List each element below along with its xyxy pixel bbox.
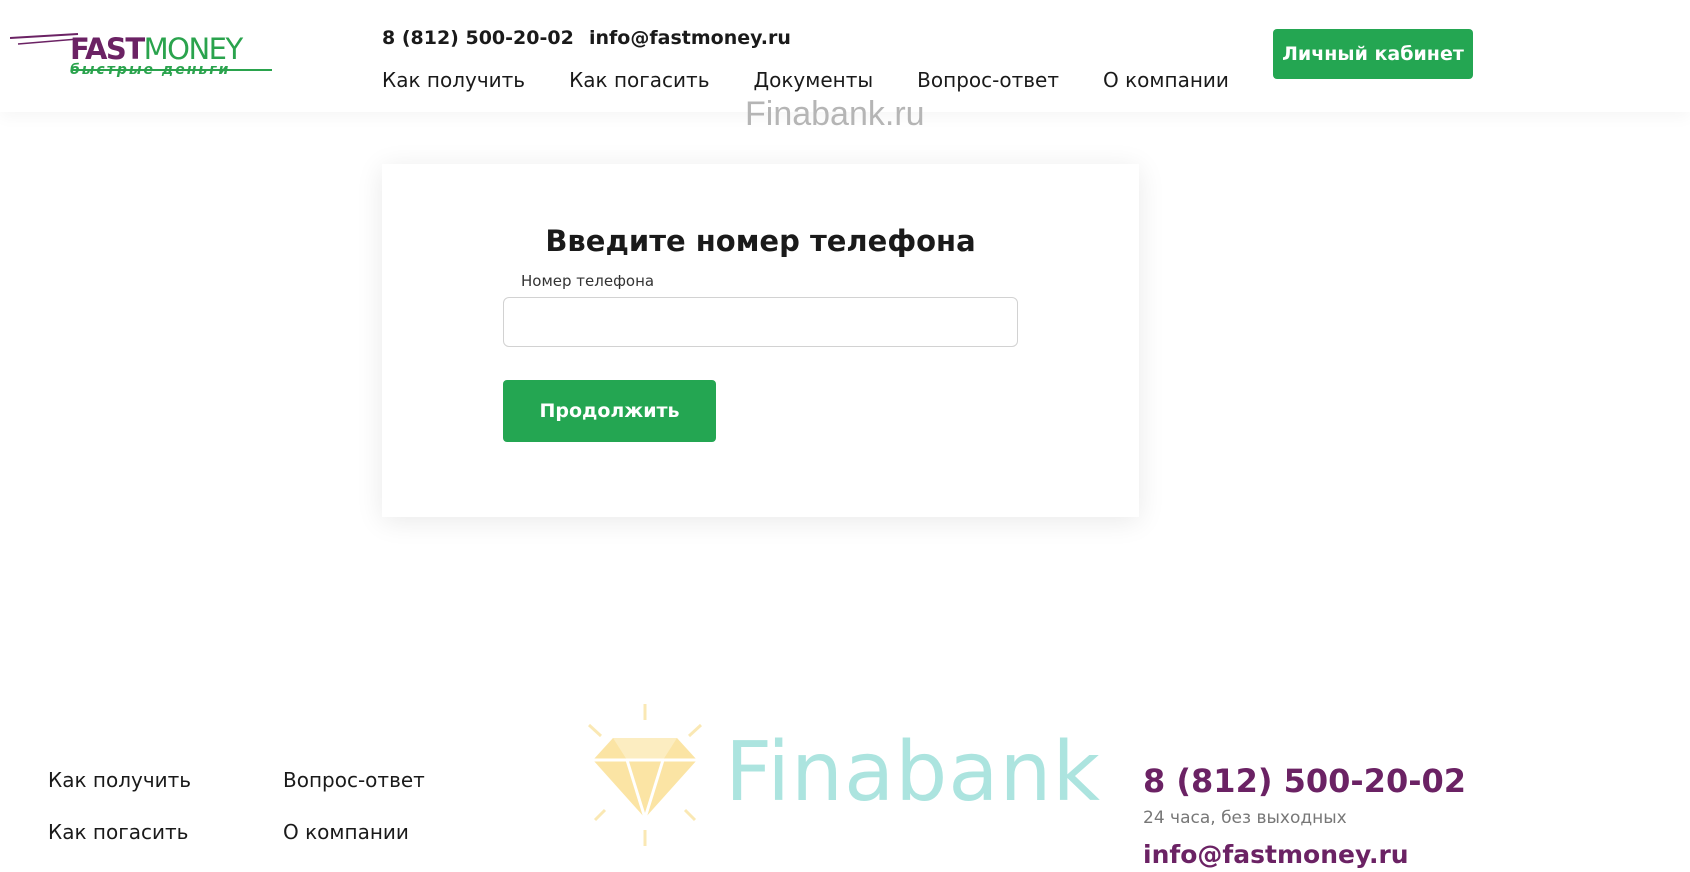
nav-item-about[interactable]: О компании xyxy=(1103,68,1229,92)
continue-button[interactable]: Продолжить xyxy=(503,380,716,442)
footer-email[interactable]: info@fastmoney.ru xyxy=(1143,840,1409,869)
header-phone[interactable]: 8 (812) 500-20-02 xyxy=(382,27,574,49)
footer-phone[interactable]: 8 (812) 500-20-02 xyxy=(1143,762,1466,800)
personal-cabinet-button[interactable]: Личный кабинет xyxy=(1273,29,1473,79)
diamond-icon xyxy=(587,704,703,846)
logo-tagline: быстрые деньги xyxy=(70,62,231,78)
watermark-text: Finabank.ru xyxy=(745,95,925,133)
footer-link-about[interactable]: О компании xyxy=(283,820,409,844)
logo-wordmark: FASTMONEY xyxy=(70,32,243,66)
nav-item-how-to-repay[interactable]: Как погасить xyxy=(569,68,709,92)
footer-hours: 24 часа, без выходных xyxy=(1143,808,1347,828)
form-title: Введите номер телефона xyxy=(545,224,976,258)
footer-link-how-to-repay[interactable]: Как погасить xyxy=(48,820,188,844)
nav-item-how-to-get[interactable]: Как получить xyxy=(382,68,525,92)
footer-link-faq[interactable]: Вопрос-ответ xyxy=(283,768,425,792)
nav-item-documents[interactable]: Документы xyxy=(753,68,873,92)
fastmoney-logo[interactable]: FASTMONEY быстрые деньги xyxy=(10,30,272,80)
watermark-wordmark: Finabank xyxy=(725,725,1101,820)
finabank-watermark: Finabank xyxy=(575,700,1115,850)
main-nav: Как получить Как погасить Документы Вопр… xyxy=(382,68,1273,92)
phone-form-card: Введите номер телефона Номер телефона Пр… xyxy=(382,164,1139,517)
header-email[interactable]: info@fastmoney.ru xyxy=(589,27,791,49)
nav-item-faq[interactable]: Вопрос-ответ xyxy=(917,68,1059,92)
footer-link-how-to-get[interactable]: Как получить xyxy=(48,768,191,792)
phone-field-label: Номер телефона xyxy=(521,272,655,290)
phone-input[interactable] xyxy=(503,297,1018,347)
